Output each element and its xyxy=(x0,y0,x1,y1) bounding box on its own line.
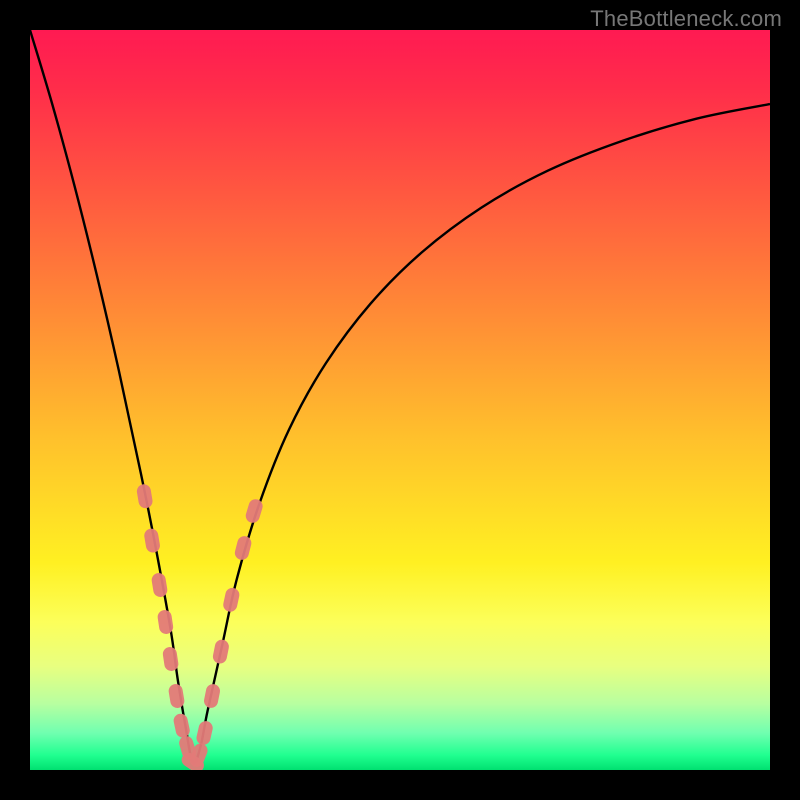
curve-marker xyxy=(212,638,230,664)
curve-marker xyxy=(195,720,214,746)
curve-marker xyxy=(233,535,253,562)
curve-marker xyxy=(157,609,174,635)
curve-marker xyxy=(143,528,161,554)
marker-group xyxy=(136,483,265,770)
curve-marker xyxy=(222,587,241,613)
watermark-text: TheBottleneck.com xyxy=(590,6,782,32)
curve-marker xyxy=(172,712,191,738)
v-curve-path xyxy=(30,30,770,764)
curve-marker xyxy=(168,683,186,709)
plot-area xyxy=(30,30,770,770)
curve-marker xyxy=(162,646,179,672)
curve-marker xyxy=(203,683,221,709)
outer-frame: TheBottleneck.com xyxy=(0,0,800,800)
chart-svg xyxy=(30,30,770,770)
curve-marker xyxy=(136,483,154,509)
curve-marker xyxy=(151,572,169,598)
